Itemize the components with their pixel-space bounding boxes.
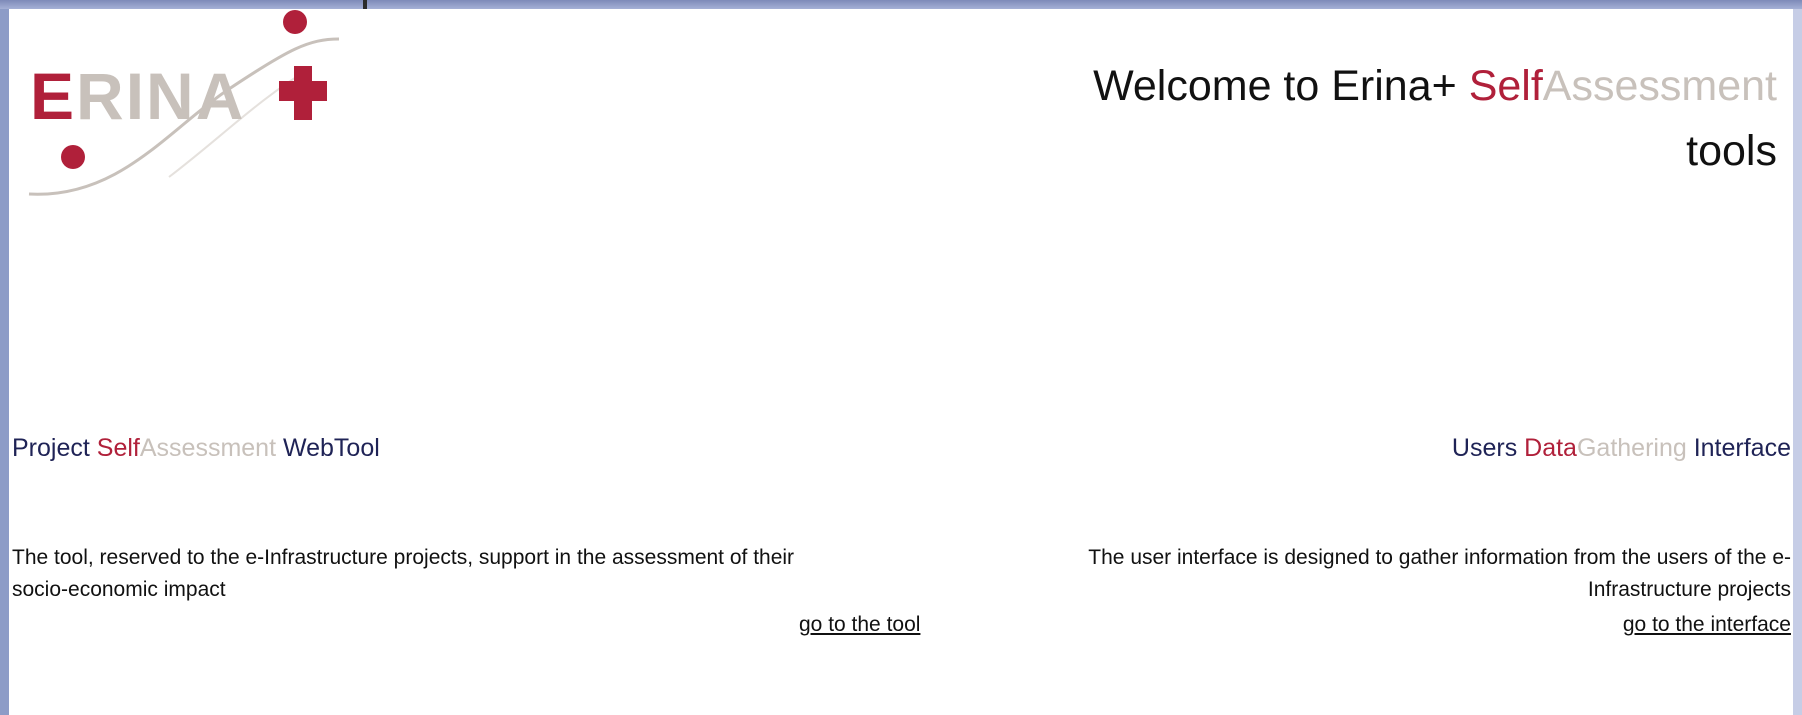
tool-description: The tool, reserved to the e-Infrastructu… [12,546,795,601]
interface-description: The user interface is designed to gather… [861,542,1791,606]
logo-wordmark: ERINA [30,59,245,133]
tool-title-self: Self [96,434,140,462]
go-to-interface-link[interactable]: go to the interface [1623,613,1791,637]
logo-dot-top [283,10,307,34]
interface-section-title: Users DataGathering Interface [1452,434,1791,463]
interface-title-gathering: Gathering [1576,434,1687,462]
erina-logo: ERINA [28,10,340,196]
top-bar [0,0,1802,9]
welcome-tools: tools [1686,127,1777,175]
interface-title-suffix: Interface [1686,434,1791,462]
tool-section-title: Project SelfAssessment WebTool [12,434,380,463]
go-to-tool-link[interactable]: go to the tool [799,613,920,637]
welcome-prefix: Welcome to Erina+ [1093,62,1469,110]
welcome-self: Self [1468,62,1543,110]
top-bar-notch [363,0,367,9]
interface-description-line2: Infrastructure projects [1587,578,1791,601]
main-panel: ERINA Welcome to Erina+ SelfAssessment t… [9,9,1793,715]
logo-plus-icon [279,66,327,120]
interface-title-data: Data [1524,434,1577,462]
tool-title-suffix: WebTool [276,434,380,462]
interface-title-prefix: Users [1451,434,1525,462]
logo-dot-bottom [61,145,85,169]
tool-title-prefix: Project [12,434,97,462]
tool-title-assessment: Assessment [139,434,277,462]
interface-description-line1: The user interface is designed to gather… [1088,546,1791,569]
welcome-assessment: Assessment [1542,62,1777,110]
welcome-heading: Welcome to Erina+ SelfAssessment tools [877,54,1777,184]
